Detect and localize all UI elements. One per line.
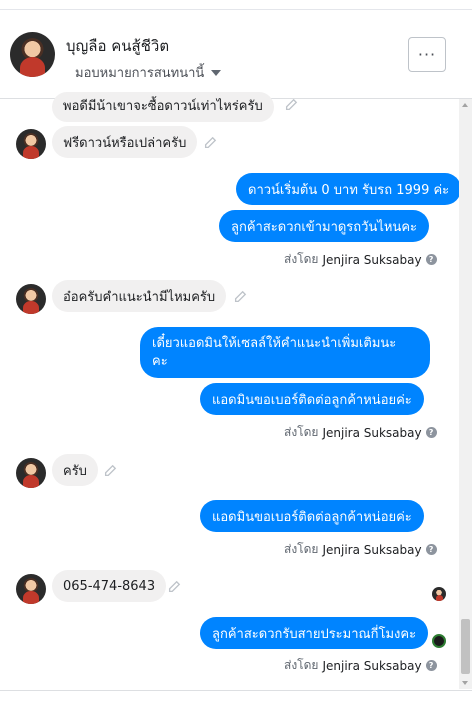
question-circle-icon[interactable]: ? — [425, 254, 437, 265]
sent-by-label: ส่งโดย Jenjira Suksabay ? — [284, 656, 437, 675]
outgoing-message[interactable]: แอดมินขอเบอร์ติดต่อลูกค้าหน่อยค่ะ — [200, 383, 424, 415]
scrollbar-thumb[interactable] — [461, 619, 470, 674]
message-text-line: เดี๋ยวแอดมินให้เซลล์ให้คำแนะนำเพิ่มเติมน… — [152, 335, 397, 351]
contact-avatar-small — [16, 129, 46, 159]
outgoing-message[interactable]: ดาวน์เริ่มต้น 0 บาท รับรถ 1999 ค่ะ — [236, 173, 462, 205]
assign-label: มอบหมายการสนทนานี้ — [75, 66, 205, 81]
scroll-down-icon[interactable] — [462, 681, 468, 685]
question-circle-icon[interactable]: ? — [425, 427, 437, 438]
agent-name[interactable]: Jenjira Suksabay — [322, 253, 421, 267]
message-text: แอดมินขอเบอร์ติดต่อลูกค้าหน่อยค่ะ — [212, 509, 412, 525]
agent-name[interactable]: Jenjira Suksabay — [322, 659, 421, 673]
sent-by-label: ส่งโดย Jenjira Suksabay ? — [284, 423, 437, 442]
scroll-up-icon[interactable] — [462, 103, 468, 107]
contact-avatar-small — [16, 284, 46, 314]
read-receipt-avatar — [432, 587, 446, 601]
top-divider — [0, 0, 472, 10]
pencil-icon[interactable] — [103, 464, 117, 478]
caret-down-icon — [211, 69, 222, 76]
incoming-message[interactable]: พอดีมีน้าเขาจะซื้อดาวน์เท่าไหร่ครับ — [52, 92, 274, 122]
assign-conversation-dropdown[interactable]: มอบหมายการสนทนานี้ — [75, 62, 222, 83]
message-text: อ๋อครับคำแนะนำมีไหมครับ — [63, 289, 216, 305]
question-circle-icon[interactable]: ? — [425, 660, 437, 671]
incoming-message[interactable]: อ๋อครับคำแนะนำมีไหมครับ — [52, 280, 227, 312]
message-text: ลูกค้าสะดวกเข้ามาดูรถวันไหนคะ — [231, 219, 418, 235]
outgoing-message[interactable]: แอดมินขอเบอร์ติดต่อลูกค้าหน่อยค่ะ — [200, 500, 424, 532]
question-circle-icon[interactable]: ? — [425, 544, 437, 555]
contact-avatar-small — [16, 574, 46, 604]
incoming-message[interactable]: 065-474-8643 — [52, 570, 167, 602]
message-text: ดาวน์เริ่มต้น 0 บาท รับรถ 1999 ค่ะ — [248, 182, 450, 198]
outgoing-message[interactable]: เดี๋ยวแอดมินให้เซลล์ให้คำแนะนำเพิ่มเติมน… — [140, 327, 430, 378]
message-text: ครับ — [63, 463, 87, 479]
pencil-icon[interactable] — [233, 290, 247, 304]
agent-name[interactable]: Jenjira Suksabay — [322, 426, 421, 440]
read-receipt-avatar — [432, 634, 446, 648]
thread-scrollbar[interactable] — [459, 99, 472, 689]
contact-avatar-small — [16, 458, 46, 488]
contact-avatar[interactable] — [10, 32, 55, 77]
more-options-button[interactable]: ··· — [408, 37, 446, 72]
pencil-icon[interactable] — [167, 580, 181, 594]
outgoing-message[interactable]: ลูกค้าสะดวกรับสายประมาณกี่โมงคะ — [200, 617, 429, 649]
pencil-icon[interactable] — [203, 136, 217, 150]
incoming-message[interactable]: ฟรีดาวน์หรือเปล่าครับ — [52, 126, 198, 158]
incoming-message[interactable]: ครับ — [52, 454, 98, 486]
composer-edge — [0, 690, 472, 706]
agent-name[interactable]: Jenjira Suksabay — [322, 543, 421, 557]
message-text-line: คะ — [152, 353, 168, 369]
message-text: แอดมินขอเบอร์ติดต่อลูกค้าหน่อยค่ะ — [212, 392, 412, 408]
contact-name[interactable]: บุญลือ คนสู้ชีวิต — [66, 34, 169, 58]
message-text: ฟรีดาวน์หรือเปล่าครับ — [63, 135, 187, 151]
message-text: ลูกค้าสะดวกรับสายประมาณกี่โมงคะ — [212, 626, 417, 642]
sent-by-label: ส่งโดย Jenjira Suksabay ? — [284, 250, 437, 269]
conversation-header: บุญลือ คนสู้ชีวิต มอบหมายการสนทนานี้ ··· — [0, 10, 472, 99]
message-text: 065-474-8643 — [63, 578, 156, 594]
sent-by-label: ส่งโดย Jenjira Suksabay ? — [284, 540, 437, 559]
message-text: พอดีมีน้าเขาจะซื้อดาวน์เท่าไหร่ครับ — [63, 99, 263, 114]
pencil-icon[interactable] — [284, 98, 298, 112]
outgoing-message[interactable]: ลูกค้าสะดวกเข้ามาดูรถวันไหนคะ — [219, 210, 430, 242]
